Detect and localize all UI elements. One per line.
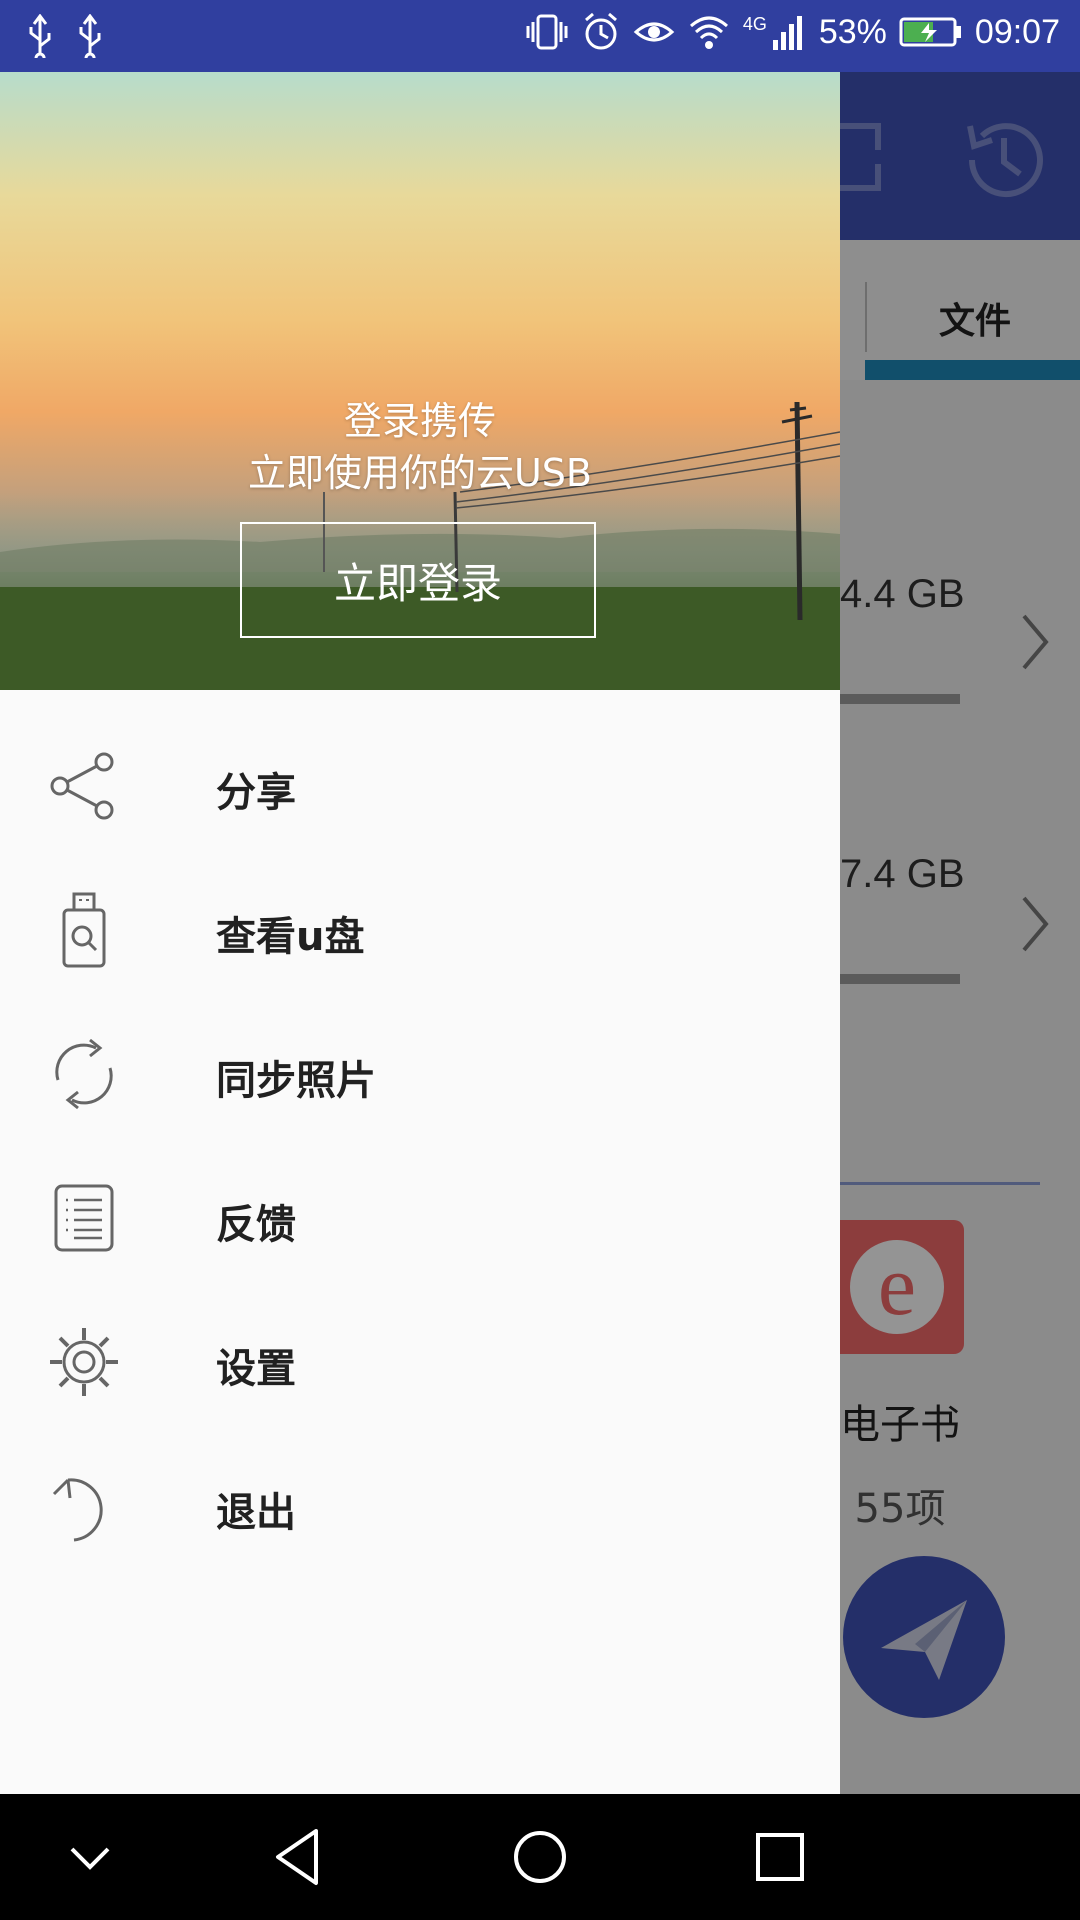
header-subtitle: 立即使用你的云USB [247, 451, 592, 495]
vibrate-icon [526, 14, 568, 50]
usb-icon [29, 14, 51, 58]
wifi-icon [689, 16, 728, 49]
menu-item-view-usb[interactable]: 查看u盘 [0, 858, 840, 1002]
feedback-list-icon [54, 1184, 114, 1252]
sync-icon [55, 1038, 113, 1110]
navigation-drawer: 登录携传 立即使用你的云USB 立即登录 分享 查看u盘 同步照片 反馈 设置 … [0, 72, 840, 1794]
menu-item-sync-photos[interactable]: 同步照片 [0, 1002, 840, 1146]
gear-icon [50, 1328, 118, 1396]
chevron-down-icon[interactable] [50, 1817, 130, 1897]
eye-icon [633, 22, 675, 42]
home-icon[interactable] [500, 1817, 580, 1897]
status-time: 09:07 [974, 12, 1060, 51]
usb-search-icon [62, 892, 106, 968]
back-icon[interactable] [260, 1817, 340, 1897]
menu-label: 退出 [216, 1490, 296, 1536]
menu-item-share[interactable]: 分享 [0, 714, 840, 858]
network-type: 4G [742, 14, 767, 34]
menu-label: 查看u盘 [216, 914, 365, 960]
menu-label: 设置 [216, 1346, 296, 1392]
share-icon [50, 752, 114, 820]
menu-label: 同步照片 [216, 1058, 376, 1104]
battery-charging-icon [899, 17, 961, 47]
menu-item-settings[interactable]: 设置 [0, 1290, 840, 1434]
menu-label: 分享 [216, 770, 296, 816]
status-bar: 4G 53% 09:07 [0, 0, 1080, 72]
drawer-menu: 分享 查看u盘 同步照片 反馈 设置 退出 [0, 690, 840, 1578]
header-title: 登录携传 [343, 399, 496, 443]
battery-percent: 53% [818, 12, 887, 51]
login-button[interactable]: 立即登录 [240, 522, 596, 638]
recents-icon[interactable] [740, 1817, 820, 1897]
drawer-header: 登录携传 立即使用你的云USB 立即登录 [0, 72, 840, 690]
alarm-icon [584, 12, 617, 50]
menu-item-exit[interactable]: 退出 [0, 1434, 840, 1578]
signal-icon [772, 16, 802, 50]
exit-icon [52, 1478, 103, 1542]
system-navigation-bar [0, 1794, 1080, 1920]
menu-item-feedback[interactable]: 反馈 [0, 1146, 840, 1290]
menu-label: 反馈 [216, 1202, 296, 1248]
usb-icon [79, 14, 101, 58]
